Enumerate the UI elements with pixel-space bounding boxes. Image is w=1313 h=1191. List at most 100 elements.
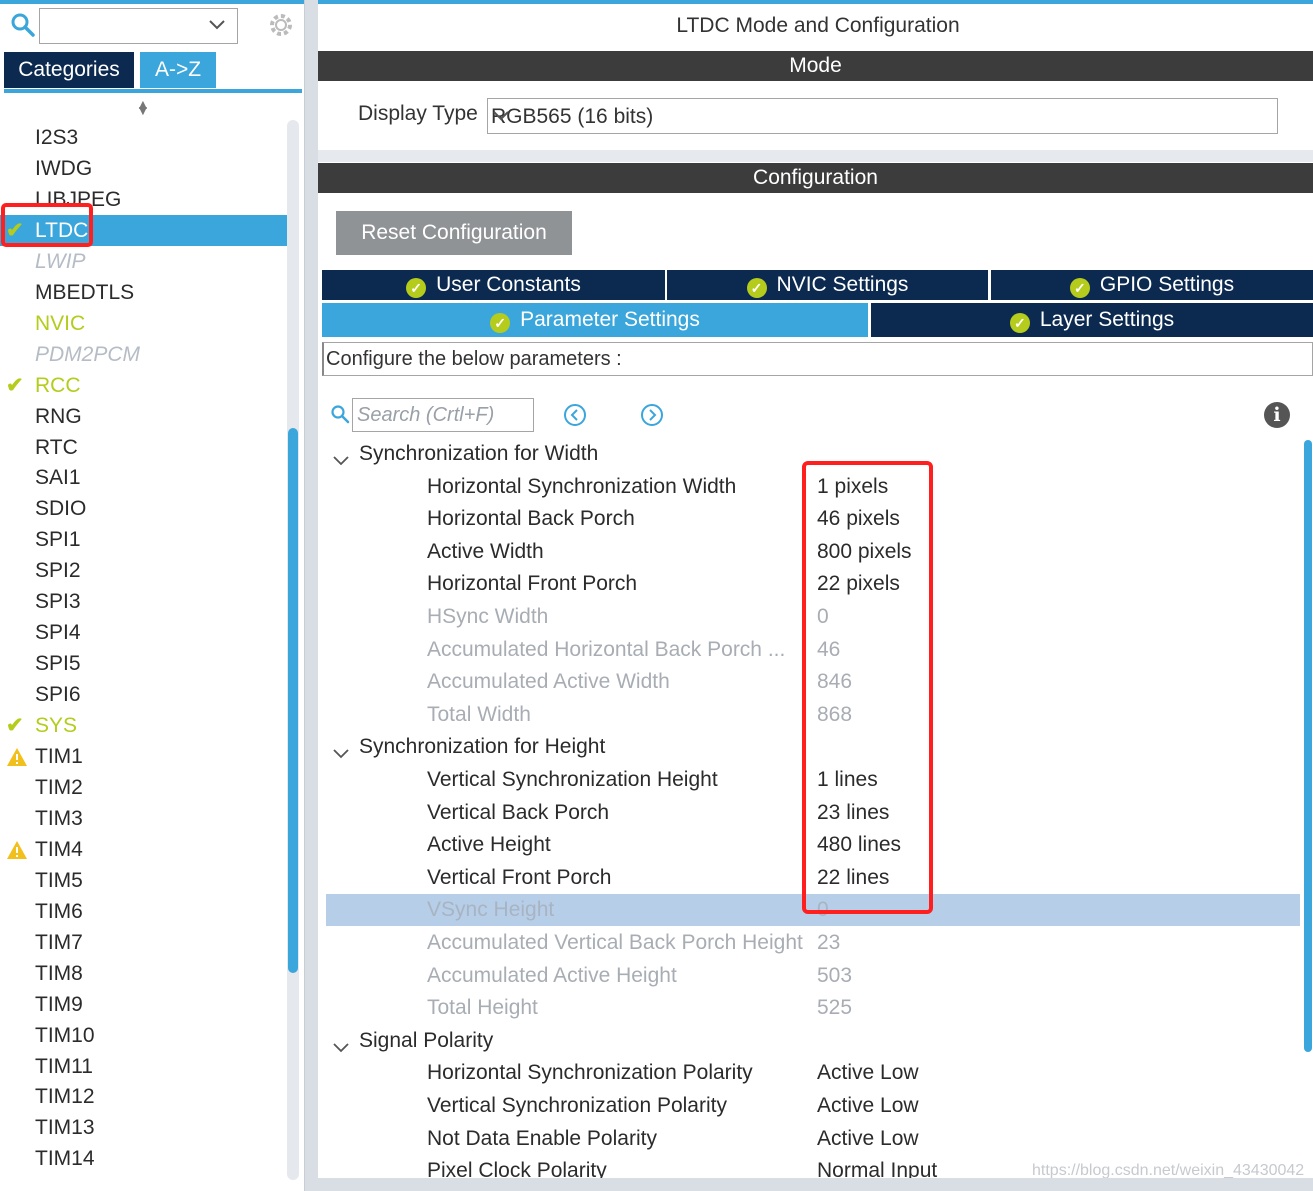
sidebar-item-tim10[interactable]: TIM10: [0, 1020, 287, 1051]
check-circle-icon: ✓: [1009, 313, 1030, 333]
sidebar-item-label: RNG: [35, 405, 82, 428]
sidebar-item-label: TIM9: [35, 993, 83, 1016]
sidebar-item-label: TIM8: [35, 962, 83, 985]
search-icon[interactable]: [330, 404, 350, 429]
sidebar-item-tim8[interactable]: TIM8: [0, 958, 287, 989]
sidebar-item-mbedtls[interactable]: MBEDTLS: [0, 277, 287, 308]
param-row[interactable]: Accumulated Vertical Back Porch Height 23: [326, 927, 1300, 959]
sidebar-item-label: TIM2: [35, 776, 83, 799]
sidebar-item-tim5[interactable]: TIM5: [0, 865, 287, 896]
info-icon[interactable]: i: [1264, 402, 1290, 428]
sidebar-item-label: TIM6: [35, 900, 83, 923]
warning-icon: [6, 834, 30, 865]
tab-parameter-settings[interactable]: ✓ Parameter Settings: [322, 303, 868, 337]
sidebar-item-tim13[interactable]: TIM13: [0, 1112, 287, 1143]
sidebar-item-label: TIM3: [35, 807, 83, 830]
tab-user-constants[interactable]: ✓ User Constants: [322, 270, 665, 300]
check-circle-icon: ✓: [746, 278, 767, 298]
tab-a-z[interactable]: A->Z: [140, 52, 216, 88]
sidebar-item-rcc[interactable]: ✔ RCC: [0, 370, 287, 401]
sidebar-item-sys[interactable]: ✔ SYS: [0, 710, 287, 741]
sidebar-item-tim7[interactable]: TIM7: [0, 927, 287, 958]
gear-icon[interactable]: [266, 10, 296, 40]
chevron-down-icon[interactable]: [207, 16, 227, 39]
tab-underline: [4, 89, 302, 93]
param-value: 503: [817, 964, 853, 987]
sidebar-item-label: SPI1: [35, 528, 81, 551]
tab-label: GPIO Settings: [1099, 273, 1235, 296]
sidebar-item-tim14[interactable]: TIM14: [0, 1143, 287, 1174]
sidebar-item-label: TIM1: [35, 745, 83, 768]
list-scrollbar-thumb[interactable]: [288, 428, 298, 973]
sidebar-item-lwip[interactable]: LWIP: [0, 246, 287, 277]
sidebar-item-tim3[interactable]: TIM3: [0, 803, 287, 834]
sidebar-item-label: NVIC: [35, 312, 86, 335]
tab-nvic-settings[interactable]: ✓ NVIC Settings: [667, 270, 988, 300]
sidebar-item-rng[interactable]: RNG: [0, 401, 287, 432]
param-group-title: Synchronization for Width: [359, 442, 599, 465]
param-name: Accumulated Vertical Back Porch Height: [427, 931, 803, 954]
bottom-border: [318, 1178, 1313, 1191]
chevron-down-icon[interactable]: [491, 107, 1267, 131]
param-value: 525: [817, 996, 853, 1019]
param-value[interactable]: Active Low: [817, 1057, 919, 1089]
top-accent-strip: [0, 0, 304, 4]
sidebar-item-tim6[interactable]: TIM6: [0, 896, 287, 927]
param-name: Horizontal Back Porch: [427, 507, 635, 530]
sidebar-item-rtc[interactable]: RTC: [0, 432, 287, 463]
sidebar-item-tim1[interactable]: TIM1: [0, 741, 287, 772]
param-row[interactable]: Horizontal Synchronization Polarity Activ…: [326, 1057, 1300, 1089]
sidebar-item-label: RCC: [35, 374, 81, 397]
param-name: Vertical Synchronization Polarity: [427, 1094, 727, 1117]
annotation-highlight-ltdc: [1, 203, 93, 247]
sidebar-item-tim9[interactable]: TIM9: [0, 989, 287, 1020]
mode-header: Mode: [318, 51, 1313, 81]
sidebar-item-nvic[interactable]: NVIC: [0, 308, 287, 339]
sidebar-item-sai1[interactable]: SAI1: [0, 462, 287, 493]
tab-label: Layer Settings: [1039, 308, 1175, 331]
section-divider: [318, 150, 1313, 162]
parameter-search-input[interactable]: Search (Crtl+F): [352, 398, 534, 432]
param-value[interactable]: Active Low: [817, 1090, 919, 1122]
sidebar-item-sdio[interactable]: SDIO: [0, 493, 287, 524]
param-name: VSync Height: [427, 898, 555, 921]
param-value[interactable]: Active Low: [817, 1123, 919, 1155]
tab-gpio-settings[interactable]: ✓ GPIO Settings: [991, 270, 1313, 300]
sidebar-item-label: TIM5: [35, 869, 83, 892]
display-type-select[interactable]: RGB565 (16 bits): [487, 98, 1278, 134]
check-circle-icon: ✓: [406, 278, 427, 298]
param-row[interactable]: Total Height 525: [326, 992, 1300, 1024]
sidebar-item-label: SDIO: [35, 497, 87, 520]
sidebar-item-label: SPI5: [35, 652, 81, 675]
sidebar-item-label: SPI6: [35, 683, 81, 706]
param-row[interactable]: Not Data Enable Polarity Active Low: [326, 1123, 1300, 1155]
tab-categories[interactable]: Categories: [4, 52, 134, 88]
sidebar-item-spi1[interactable]: SPI1: [0, 524, 287, 555]
param-row[interactable]: Vertical Synchronization Polarity Active …: [326, 1090, 1300, 1122]
search-combo[interactable]: [39, 8, 238, 44]
sidebar-item-tim4[interactable]: TIM4: [0, 834, 287, 865]
sidebar-item-label: TIM4: [35, 838, 83, 861]
sidebar-item-tim2[interactable]: TIM2: [0, 772, 287, 803]
sidebar-item-spi4[interactable]: SPI4: [0, 617, 287, 648]
tab-layer-settings[interactable]: ✓ Layer Settings: [871, 303, 1313, 337]
sidebar-item-pdm2pcm[interactable]: PDM2PCM: [0, 339, 287, 370]
search-icon[interactable]: [10, 12, 36, 38]
sidebar-item-label: SPI3: [35, 590, 81, 613]
sidebar-item-iwdg[interactable]: IWDG: [0, 153, 287, 184]
sidebar-item-i2s3[interactable]: I2S3: [0, 122, 287, 153]
sidebar-item-label: MBEDTLS: [35, 281, 135, 304]
sidebar-item-spi2[interactable]: SPI2: [0, 555, 287, 586]
reset-configuration-button[interactable]: Reset Configuration: [336, 211, 572, 255]
params-scrollbar-thumb[interactable]: [1304, 440, 1312, 1052]
param-row[interactable]: Accumulated Active Height 503: [326, 960, 1300, 992]
sidebar-item-spi3[interactable]: SPI3: [0, 586, 287, 617]
sidebar-item-spi6[interactable]: SPI6: [0, 679, 287, 710]
sidebar-item-tim11[interactable]: TIM11: [0, 1051, 287, 1082]
sidebar-item-tim12[interactable]: TIM12: [0, 1081, 287, 1112]
sidebar-item-spi5[interactable]: SPI5: [0, 648, 287, 679]
next-match-icon[interactable]: [640, 403, 664, 432]
param-name: HSync Width: [427, 605, 549, 628]
previous-match-icon[interactable]: [563, 403, 587, 432]
search-placeholder: Search (Crtl+F): [357, 404, 495, 426]
